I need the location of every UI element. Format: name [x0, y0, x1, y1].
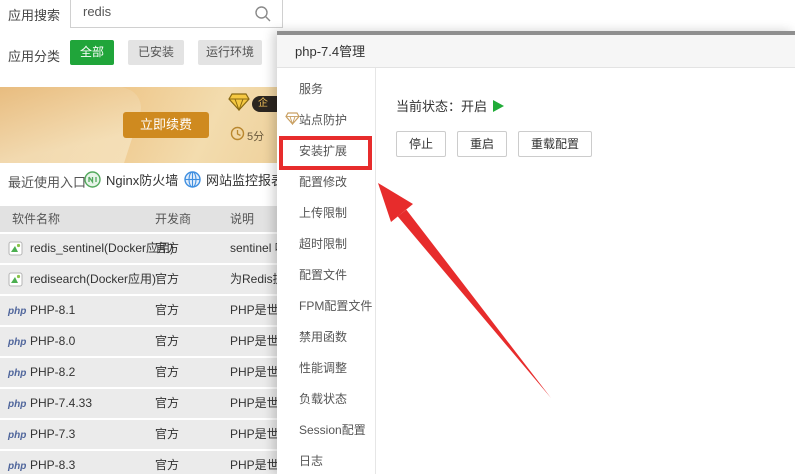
- category-button[interactable]: 全部: [70, 40, 114, 65]
- software-icon: php: [8, 334, 26, 349]
- clock-icon: [230, 126, 245, 141]
- table-rows: php redis_sentinel(Docker应用) 官方 sentinel…: [0, 234, 278, 474]
- software-icon: php: [8, 427, 26, 442]
- software-icon: php: [8, 303, 26, 318]
- promo-banner: 立即续费 企 5分: [0, 87, 290, 163]
- modal-sidebar-item[interactable]: 负载状态: [277, 384, 375, 415]
- quick-link-label: 网站监控报表: [206, 170, 284, 189]
- header-software-name: 软件名称: [12, 206, 60, 232]
- header-developer: 开发商: [155, 206, 191, 232]
- software-icon: php: [8, 458, 26, 473]
- site-monitor-icon: [184, 171, 201, 188]
- table-row[interactable]: php PHP-8.3 官方 PHP是世界: [0, 451, 278, 474]
- category-button[interactable]: 运行环境: [198, 40, 262, 65]
- category-button[interactable]: 已安装: [128, 40, 184, 65]
- search-label: 应用搜索: [8, 5, 60, 24]
- table-row[interactable]: php PHP-8.0 官方 PHP是世界: [0, 327, 278, 356]
- software-name[interactable]: redisearch(Docker应用): [30, 265, 156, 294]
- modal-sidebar-item[interactable]: 配置文件: [277, 260, 375, 291]
- software-developer: 官方: [155, 265, 179, 294]
- software-table: 软件名称 开发商 说明 php redis_sentinel(Docker应用): [0, 206, 278, 474]
- site-protect-gem-icon: [285, 112, 300, 125]
- software-developer: 官方: [155, 451, 179, 474]
- quick-link-nginx-firewall[interactable]: Nginx防火墙: [84, 170, 178, 189]
- software-name[interactable]: PHP-7.3: [30, 420, 75, 449]
- software-developer: 官方: [155, 420, 179, 449]
- category-label: 应用分类: [8, 46, 60, 65]
- status-value: 开启: [461, 96, 487, 115]
- service-action-buttons: 停止 重启 重载配置: [396, 131, 795, 157]
- status-label: 当前状态：: [396, 96, 461, 115]
- software-developer: 官方: [155, 327, 179, 356]
- quick-link-site-monitor[interactable]: 网站监控报表: [184, 170, 284, 189]
- service-action-button[interactable]: 重载配置: [518, 131, 592, 157]
- software-icon: php: [8, 272, 26, 287]
- modal-sidebar-item[interactable]: Session配置: [277, 415, 375, 446]
- service-action-button[interactable]: 停止: [396, 131, 446, 157]
- software-description: PHP是世界: [230, 420, 278, 449]
- software-icon: php: [8, 396, 26, 411]
- diamond-icon: [228, 93, 250, 111]
- table-row[interactable]: php PHP-8.1 官方 PHP是世界: [0, 296, 278, 325]
- renew-button[interactable]: 立即续费: [123, 112, 209, 138]
- table-row[interactable]: php PHP-7.4.33 官方 PHP是世界: [0, 389, 278, 418]
- status-line: 当前状态： 开启: [396, 96, 795, 115]
- software-description: 为Redis提: [230, 265, 278, 294]
- modal-sidebar-item[interactable]: 安装扩展: [277, 136, 375, 167]
- running-play-icon: [493, 100, 504, 112]
- software-name[interactable]: PHP-8.2: [30, 358, 75, 387]
- service-action-button[interactable]: 重启: [457, 131, 507, 157]
- software-developer: 官方: [155, 358, 179, 387]
- software-icon: php: [8, 365, 26, 380]
- modal-content: 当前状态： 开启 停止 重启 重载配置: [376, 68, 795, 474]
- modal-title: php-7.4管理: [277, 35, 795, 68]
- software-description: PHP是世界: [230, 358, 278, 387]
- software-name[interactable]: PHP-8.1: [30, 296, 75, 325]
- software-developer: 官方: [155, 389, 179, 418]
- header-description: 说明: [230, 206, 254, 232]
- software-name[interactable]: PHP-7.4.33: [30, 389, 92, 418]
- recent-entry-label: 最近使用入口: [8, 172, 86, 191]
- software-description: sentinel 哨: [230, 234, 278, 263]
- table-row[interactable]: php redisearch(Docker应用) 官方 为Redis提: [0, 265, 278, 294]
- modal-sidebar-item[interactable]: 性能调整: [277, 353, 375, 384]
- table-header: 软件名称 开发商 说明: [0, 206, 278, 232]
- search-input[interactable]: [70, 0, 283, 28]
- table-row[interactable]: php PHP-7.3 官方 PHP是世界: [0, 420, 278, 449]
- software-description: PHP是世界: [230, 296, 278, 325]
- search-icon[interactable]: [254, 5, 272, 23]
- php-manage-modal: php-7.4管理 服务 站点防护 安装扩展 配置修改 上传限制 超时限制 配置…: [277, 31, 795, 474]
- modal-sidebar-item[interactable]: 服务: [277, 74, 375, 105]
- modal-sidebar: 服务 站点防护 安装扩展 配置修改 上传限制 超时限制 配置文件 FPM配置文件…: [277, 68, 376, 474]
- table-row[interactable]: php PHP-8.2 官方 PHP是世界: [0, 358, 278, 387]
- software-name[interactable]: redis_sentinel(Docker应用): [30, 234, 174, 263]
- software-developer: 官方: [155, 234, 179, 263]
- time-left-text: 5分: [247, 128, 264, 144]
- nginx-firewall-icon: [84, 171, 101, 188]
- table-row[interactable]: php redis_sentinel(Docker应用) 官方 sentinel…: [0, 234, 278, 263]
- software-description: PHP是世界: [230, 389, 278, 418]
- software-description: PHP是世界: [230, 327, 278, 356]
- modal-sidebar-item[interactable]: 日志: [277, 446, 375, 474]
- software-icon: php: [8, 241, 26, 256]
- modal-sidebar-item[interactable]: 上传限制: [277, 198, 375, 229]
- software-description: PHP是世界: [230, 451, 278, 474]
- quick-link-label: Nginx防火墙: [106, 170, 178, 189]
- modal-sidebar-item[interactable]: 配置修改: [277, 167, 375, 198]
- software-name[interactable]: PHP-8.0: [30, 327, 75, 356]
- modal-sidebar-item[interactable]: FPM配置文件: [277, 291, 375, 322]
- modal-sidebar-item[interactable]: 超时限制: [277, 229, 375, 260]
- software-developer: 官方: [155, 296, 179, 325]
- software-name[interactable]: PHP-8.3: [30, 451, 75, 474]
- modal-sidebar-item[interactable]: 禁用函数: [277, 322, 375, 353]
